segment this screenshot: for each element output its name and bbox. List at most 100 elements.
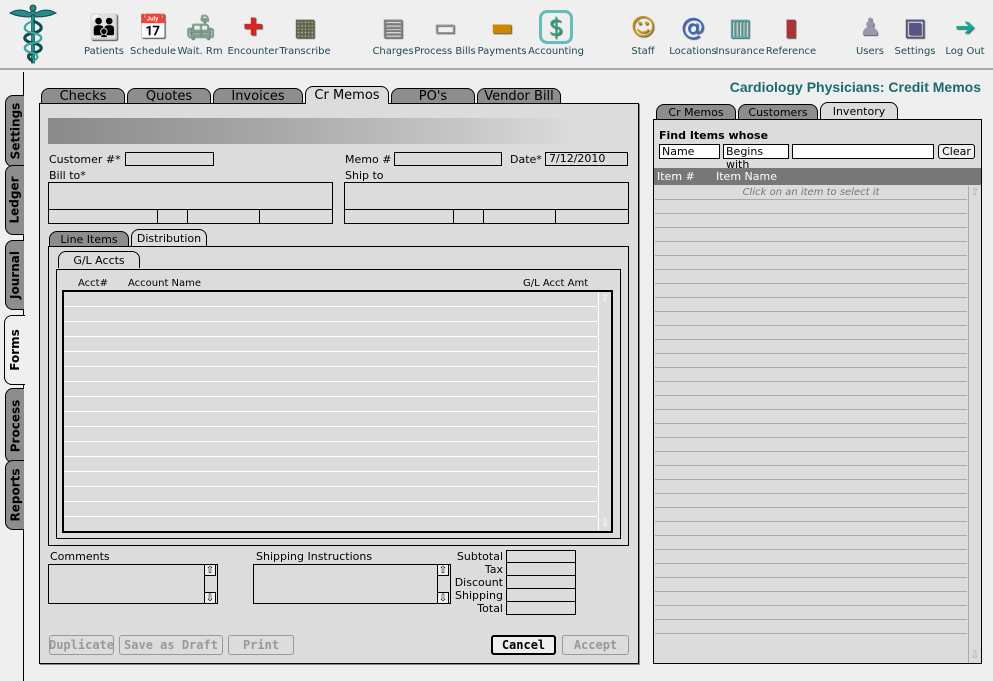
field-select[interactable]: Name	[659, 144, 720, 159]
save-as-draft-button[interactable]: Save as Draft	[119, 635, 223, 655]
gl-grid-row[interactable]	[64, 472, 597, 487]
tab-customers[interactable]: Customers	[738, 104, 818, 119]
accept-button[interactable]: Accept	[562, 635, 629, 655]
list-item[interactable]	[655, 466, 967, 480]
list-item[interactable]	[655, 410, 967, 424]
toolbar-transcribe[interactable]: ▦ Transcribe	[279, 10, 331, 66]
list-item[interactable]	[655, 508, 967, 522]
toolbar-process-bills[interactable]: ▭ Process Bills	[414, 10, 476, 66]
tab-inventory[interactable]: Inventory	[820, 102, 898, 119]
side-tab-forms[interactable]: Forms	[4, 315, 25, 385]
gl-grid-row[interactable]	[64, 442, 597, 457]
list-item[interactable]	[655, 326, 967, 340]
list-item[interactable]	[655, 452, 967, 466]
toolbar-encounter[interactable]: ✚ Encounter	[227, 10, 278, 66]
ship-to-address[interactable]	[344, 182, 629, 224]
comments-textarea[interactable]: ⇧ ⇩	[48, 564, 218, 604]
side-tab-journal[interactable]: Journal	[5, 240, 24, 310]
list-item[interactable]	[655, 438, 967, 452]
gl-grid-row[interactable]	[64, 397, 597, 412]
tab-checks[interactable]: Checks	[41, 88, 125, 104]
bill-to-address[interactable]	[48, 182, 333, 224]
list-item[interactable]	[655, 522, 967, 536]
list-item[interactable]	[655, 396, 967, 410]
duplicate-button[interactable]: Duplicate	[49, 635, 114, 655]
toolbar-locations[interactable]: @ Locations	[669, 10, 717, 66]
inventory-scrollbar[interactable]: ⇧ ⇩	[968, 186, 981, 663]
side-tab-settings[interactable]: Settings	[5, 95, 24, 167]
tab-pos[interactable]: PO's	[391, 88, 475, 104]
shipping-instructions-textarea[interactable]: ⇧ ⇩	[253, 564, 451, 604]
tab-cr-memos-list[interactable]: Cr Memos	[656, 104, 736, 119]
print-button[interactable]: Print	[228, 635, 294, 655]
bill-to-state[interactable]	[158, 210, 188, 223]
toolbar-accounting[interactable]: $ Accounting	[528, 10, 584, 66]
side-tab-reports[interactable]: Reports	[5, 460, 24, 530]
ship-to-state[interactable]	[454, 210, 484, 223]
bill-to-zip[interactable]	[188, 210, 260, 223]
ship-to-city[interactable]	[345, 210, 454, 223]
list-item[interactable]	[655, 536, 967, 550]
list-item[interactable]	[655, 564, 967, 578]
tab-line-items[interactable]: Line Items	[49, 231, 129, 246]
list-item[interactable]	[655, 284, 967, 298]
gl-grid-row[interactable]	[64, 412, 597, 427]
clear-button[interactable]: Clear	[938, 144, 975, 159]
gl-grid-row[interactable]	[64, 382, 597, 397]
toolbar-wait-rm[interactable]: 🛋 Wait. Rm	[177, 10, 222, 66]
scroll-up-icon[interactable]: ⇧	[599, 293, 611, 305]
list-item[interactable]	[655, 340, 967, 354]
tab-quotes[interactable]: Quotes	[127, 88, 211, 104]
tab-invoices[interactable]: Invoices	[213, 88, 303, 104]
list-item[interactable]	[655, 620, 967, 634]
toolbar-patients[interactable]: 👪 Patients	[84, 10, 124, 66]
list-item[interactable]	[655, 578, 967, 592]
toolbar-users[interactable]: ♟ Users	[855, 10, 885, 66]
tab-cr-memos[interactable]: Cr Memos	[305, 86, 389, 104]
gl-grid-row[interactable]	[64, 322, 597, 337]
cancel-button[interactable]: Cancel	[491, 635, 556, 655]
scroll-up-icon[interactable]: ⇧	[204, 564, 216, 576]
gl-grid-row[interactable]	[64, 367, 597, 382]
tab-gl-accts[interactable]: G/L Accts	[58, 251, 140, 268]
shipping-field[interactable]	[506, 589, 576, 602]
toolbar-reference[interactable]: ▮ Reference	[766, 10, 816, 66]
gl-grid-row[interactable]	[64, 337, 597, 352]
gl-grid-scrollbar[interactable]: ⇧ ⇩	[598, 292, 611, 531]
toolbar-insurance[interactable]: ▥ Insurance	[715, 10, 764, 66]
list-item[interactable]	[655, 480, 967, 494]
gl-grid-row[interactable]	[64, 502, 597, 517]
ship-to-country[interactable]	[556, 210, 628, 223]
list-item[interactable]	[655, 494, 967, 508]
customer-field[interactable]	[125, 152, 214, 166]
list-item[interactable]	[655, 606, 967, 620]
discount-field[interactable]	[506, 576, 576, 589]
memo-field[interactable]	[394, 152, 502, 166]
toolbar-payments[interactable]: ▬ Payments	[478, 10, 527, 66]
date-field[interactable]: 7/12/2010	[545, 152, 628, 166]
tab-vendor-bill[interactable]: Vendor Bill	[477, 88, 561, 104]
toolbar-schedule[interactable]: 📅 Schedule	[130, 10, 176, 66]
toolbar-charges[interactable]: ▤ Charges	[371, 10, 415, 66]
gl-grid-row[interactable]	[64, 487, 597, 502]
list-item[interactable]	[655, 228, 967, 242]
list-item[interactable]	[655, 382, 967, 396]
scroll-up-icon[interactable]: ⇧	[969, 187, 981, 199]
list-item[interactable]	[655, 242, 967, 256]
gl-accounts-grid[interactable]: ⇧ ⇩	[62, 290, 613, 533]
list-item[interactable]	[655, 368, 967, 382]
list-item[interactable]	[655, 256, 967, 270]
list-item[interactable]	[655, 270, 967, 284]
gl-grid-row[interactable]	[64, 427, 597, 442]
tab-distribution[interactable]: Distribution	[131, 229, 207, 246]
list-item[interactable]	[655, 354, 967, 368]
gl-grid-row[interactable]	[64, 352, 597, 367]
toolbar-staff[interactable]: ☺ Staff	[630, 10, 656, 66]
list-item[interactable]	[655, 298, 967, 312]
scroll-down-icon[interactable]: ⇩	[969, 650, 981, 662]
list-item[interactable]	[655, 592, 967, 606]
side-tab-process[interactable]: Process	[5, 388, 24, 463]
toolbar-settings[interactable]: ▣ Settings	[895, 10, 936, 66]
side-tab-ledger[interactable]: Ledger	[5, 165, 24, 235]
scroll-down-icon[interactable]: ⇩	[599, 518, 611, 530]
